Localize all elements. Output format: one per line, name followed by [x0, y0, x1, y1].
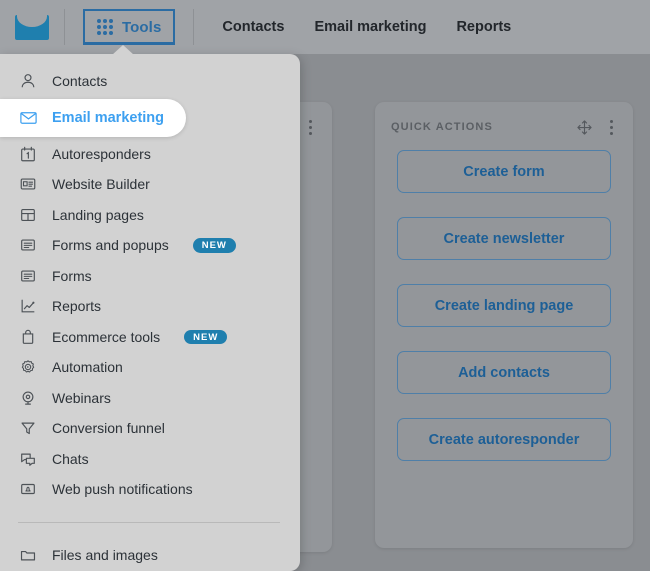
menu-item-website-builder[interactable]: Website Builder: [0, 169, 300, 200]
menu-item-label: Chats: [52, 450, 89, 467]
menu-item-label: Email marketing: [52, 109, 165, 126]
menu-item-label: Forms: [52, 267, 92, 284]
menu-item-chats[interactable]: Chats: [0, 444, 300, 475]
menu-item-reports[interactable]: Reports: [0, 291, 300, 322]
menu-item-forms-and-popups[interactable]: Forms and popups NEW: [0, 230, 300, 261]
menu-item-label: Website Builder: [52, 176, 150, 193]
nav-link-reports[interactable]: Reports: [456, 19, 511, 35]
quick-actions-title: QUICK ACTIONS: [391, 121, 493, 133]
bell-box-icon: [18, 479, 38, 499]
user-icon: [18, 71, 38, 91]
tools-button-label: Tools: [122, 18, 162, 36]
menu-item-files-and-images[interactable]: Files and images: [0, 540, 300, 571]
layout-icon: [18, 205, 38, 225]
quick-actions-header: QUICK ACTIONS: [375, 116, 633, 138]
folder-icon: [18, 545, 38, 565]
create-form-button[interactable]: Create form: [397, 150, 611, 193]
toolbar-divider: [64, 9, 65, 45]
menu-item-contacts[interactable]: Contacts: [0, 66, 300, 97]
funnel-icon: [18, 418, 38, 438]
menu-item-label: Ecommerce tools: [52, 328, 161, 345]
menu-item-conversion-funnel[interactable]: Conversion funnel: [0, 413, 300, 444]
menu-item-automation[interactable]: Automation: [0, 352, 300, 383]
chat-bubbles-icon: [18, 449, 38, 469]
create-landing-page-button[interactable]: Create landing page: [397, 284, 611, 327]
menu-item-label: Landing pages: [52, 206, 144, 223]
quick-actions-header-icons: [577, 118, 617, 137]
menu-item-forms[interactable]: Forms: [0, 261, 300, 292]
nav-link-email-marketing[interactable]: Email marketing: [314, 19, 426, 35]
new-badge: NEW: [184, 329, 228, 344]
grid-dots-icon: [97, 19, 113, 35]
tools-dropdown-menu: Contacts Email marketing Autoresponders …: [0, 54, 300, 571]
menu-item-label: Automation: [52, 359, 123, 376]
form-lines-icon: [18, 235, 38, 255]
chart-line-icon: [18, 296, 38, 316]
webcam-icon: [18, 388, 38, 408]
app-logo[interactable]: [0, 14, 64, 40]
nav-link-contacts[interactable]: Contacts: [222, 19, 284, 35]
menu-item-email-marketing[interactable]: Email marketing: [0, 98, 186, 137]
top-navigation-bar: Tools Contacts Email marketing Reports: [0, 0, 650, 54]
menu-item-label: Conversion funnel: [52, 420, 165, 437]
add-contacts-button[interactable]: Add contacts: [397, 351, 611, 394]
menu-item-label: Web push notifications: [52, 481, 193, 498]
envelope-icon: [18, 108, 38, 128]
shopping-bag-icon: [18, 327, 38, 347]
toolbar-divider-2: [193, 9, 195, 45]
envelope-logo-icon: [15, 14, 49, 40]
webpage-icon: [18, 174, 38, 194]
menu-item-web-push-notifications[interactable]: Web push notifications: [0, 474, 300, 505]
tools-button[interactable]: Tools: [83, 9, 176, 45]
move-handle-icon[interactable]: [577, 119, 592, 135]
new-badge: NEW: [192, 238, 236, 253]
menu-divider: [18, 521, 280, 523]
gear-play-icon: [18, 357, 38, 377]
quick-actions-button-list: Create form Create newsletter Create lan…: [397, 150, 611, 461]
create-autoresponder-button[interactable]: Create autoresponder: [397, 418, 611, 461]
menu-item-webinars[interactable]: Webinars: [0, 383, 300, 414]
menu-item-label: Autoresponders: [52, 145, 151, 162]
menu-item-label: Webinars: [52, 389, 111, 406]
menu-item-label: Reports: [52, 298, 102, 315]
menu-item-label: Contacts: [52, 73, 108, 90]
menu-item-label: Forms and popups: [52, 237, 169, 254]
kebab-menu-icon[interactable]: [606, 118, 617, 137]
kebab-menu-icon[interactable]: [305, 118, 316, 137]
create-newsletter-button[interactable]: Create newsletter: [397, 217, 611, 260]
menu-item-label: Files and images: [52, 546, 158, 563]
menu-item-landing-pages[interactable]: Landing pages: [0, 200, 300, 231]
form-lines-icon: [18, 266, 38, 286]
main-nav-links: Contacts Email marketing Reports: [222, 19, 511, 35]
menu-item-autoresponders[interactable]: Autoresponders: [0, 139, 300, 170]
menu-pointer-arrow: [112, 45, 134, 55]
menu-item-ecommerce-tools[interactable]: Ecommerce tools NEW: [0, 322, 300, 353]
quick-actions-card: QUICK ACTIONS Create form Create newslet…: [375, 102, 633, 548]
calendar-one-icon: [18, 144, 38, 164]
